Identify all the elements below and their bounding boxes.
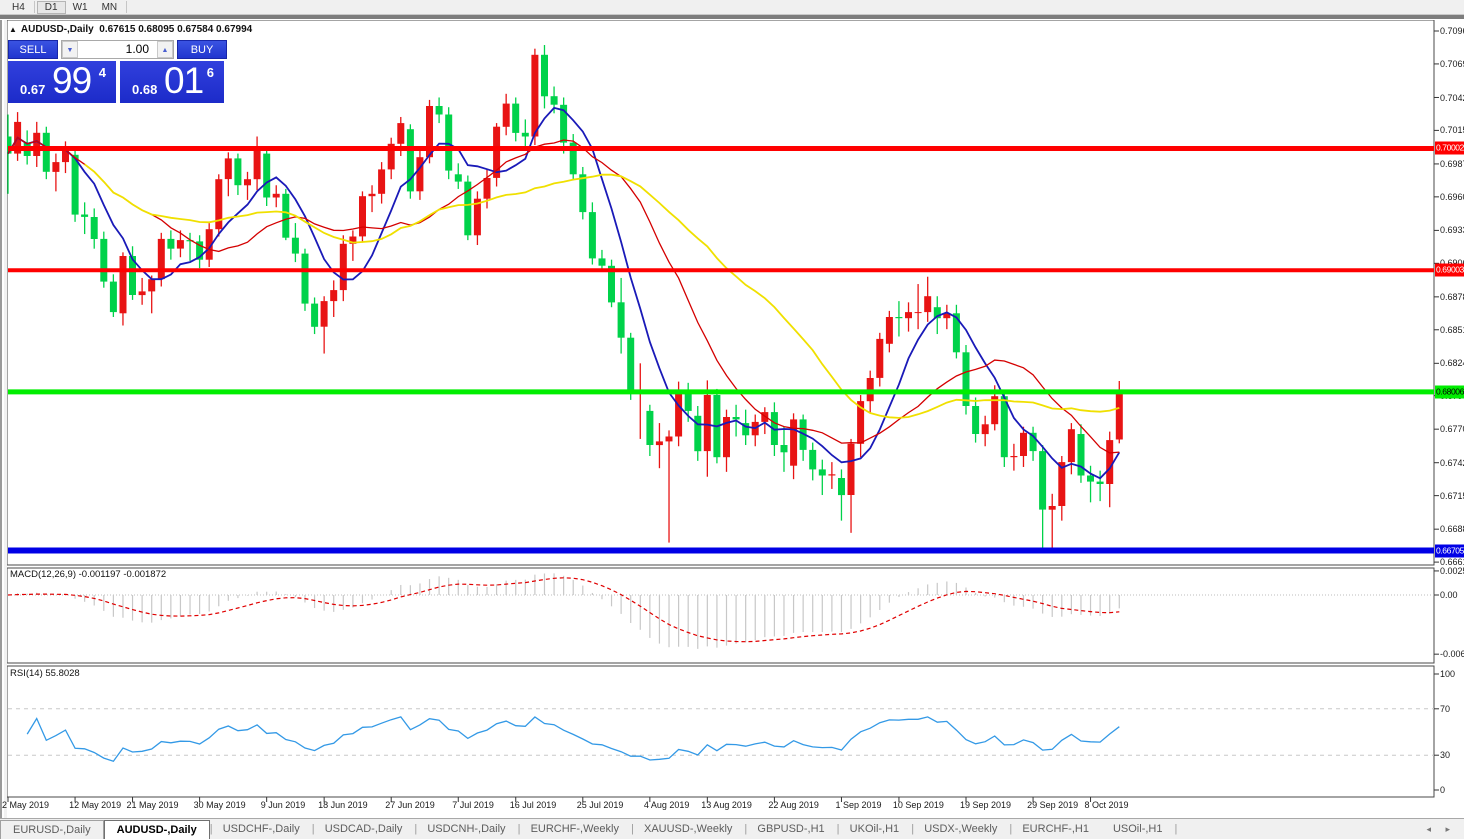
timeframe-button-d1[interactable]: D1 xyxy=(37,1,66,14)
date-tick-label: 13 Aug 2019 xyxy=(701,800,752,810)
buy-button[interactable]: BUY xyxy=(177,40,227,59)
date-tick-label: 16 Jul 2019 xyxy=(510,800,557,810)
date-tick-label: 30 May 2019 xyxy=(194,800,246,810)
date-tick-label: 18 Jun 2019 xyxy=(318,800,368,810)
price-tick-label: 0.70695 xyxy=(1440,59,1464,69)
volume-increase-icon[interactable]: ▲ xyxy=(157,41,173,58)
price-tick-label: 0.66880 xyxy=(1440,524,1464,534)
volume-input[interactable]: 1.00 xyxy=(78,41,157,58)
date-tick-label: 7 Jul 2019 xyxy=(452,800,494,810)
price-tick-label: 0.70150 xyxy=(1440,125,1464,135)
price-tick-label: 0.67425 xyxy=(1440,458,1464,468)
price-chart-canvas[interactable] xyxy=(0,20,1464,818)
macd-indicator-label: MACD(12,26,9) -0.001197 -0.001872 xyxy=(10,569,166,580)
timeframe-button-h4[interactable]: H4 xyxy=(5,1,32,14)
window-left-border xyxy=(0,20,7,818)
toolbar-separator xyxy=(126,1,127,13)
mt4-application: H4 D1W1MN ▲ AUDUSD-,Daily 0.67615 0.68095 … xyxy=(0,0,1464,839)
chart-tab-eurchf-weekly[interactable]: EURCHF-,Weekly xyxy=(519,819,631,839)
tab-separator: | xyxy=(1174,819,1175,839)
date-tick-label: 10 Sep 2019 xyxy=(893,800,944,810)
price-tick-label: 0.69875 xyxy=(1440,159,1464,169)
tab-scroll-arrows-icon[interactable]: ◂ ▸ xyxy=(1426,819,1464,839)
sell-price-point: 4 xyxy=(99,65,106,80)
rsi-axis-label: 30 xyxy=(1440,750,1450,760)
price-tick-label: 0.70420 xyxy=(1440,93,1464,103)
timeframe-button-mn[interactable]: MN xyxy=(95,1,125,14)
buy-price-point: 6 xyxy=(207,65,214,80)
date-tick-label: 4 Aug 2019 xyxy=(644,800,690,810)
chart-tab-eurusd-daily[interactable]: EURUSD-,Daily xyxy=(0,820,104,839)
sell-price-pips: 99 xyxy=(52,60,91,102)
toolbar-separator xyxy=(34,1,35,13)
price-tick-label: 0.68785 xyxy=(1440,292,1464,302)
chart-tab-gbpusd-h1[interactable]: GBPUSD-,H1 xyxy=(745,819,836,839)
chart-tab-usdchf-daily[interactable]: USDCHF-,Daily xyxy=(211,819,312,839)
chart-tab-usdcnh-daily[interactable]: USDCNH-,Daily xyxy=(415,819,517,839)
sell-price-major: 0.67 xyxy=(20,82,45,97)
date-tick-label: 12 May 2019 xyxy=(69,800,121,810)
macd-axis-label: 0.002574 xyxy=(1440,566,1464,576)
hline-price-tag[interactable]: 0.69003 xyxy=(1435,264,1464,277)
rsi-axis-label: 70 xyxy=(1440,704,1450,714)
chart-tab-usdcad-daily[interactable]: USDCAD-,Daily xyxy=(313,819,415,839)
chart-tab-audusd-daily[interactable]: AUDUSD-,Daily xyxy=(104,820,210,839)
chart-tab-usdx-weekly[interactable]: USDX-,Weekly xyxy=(912,819,1009,839)
chart-tab-xauusd-weekly[interactable]: XAUUSD-,Weekly xyxy=(632,819,744,839)
date-tick-label: 25 Jul 2019 xyxy=(577,800,624,810)
date-tick-label: 8 Oct 2019 xyxy=(1085,800,1129,810)
price-tick-label: 0.70965 xyxy=(1440,26,1464,36)
buy-price-pips: 01 xyxy=(164,60,203,102)
date-tick-label: 2 May 2019 xyxy=(2,800,49,810)
hline-price-tag[interactable]: 0.66705 xyxy=(1435,544,1464,557)
chart-title: ▲ AUDUSD-,Daily 0.67615 0.68095 0.67584 0… xyxy=(9,24,252,35)
date-tick-label: 9 Jun 2019 xyxy=(261,800,306,810)
chart-window: ▲ AUDUSD-,Daily 0.67615 0.68095 0.67584 0… xyxy=(0,20,1464,818)
price-tick-label: 0.69605 xyxy=(1440,192,1464,202)
buy-price-major: 0.68 xyxy=(132,82,157,97)
date-tick-label: 27 Jun 2019 xyxy=(385,800,435,810)
macd-axis-label: 0.00 xyxy=(1440,590,1458,600)
rsi-axis-label: 100 xyxy=(1440,669,1455,679)
timeframe-button-w1[interactable]: W1 xyxy=(66,1,95,14)
hline-price-tag[interactable]: 0.70002 xyxy=(1435,142,1464,155)
date-tick-label: 22 Aug 2019 xyxy=(768,800,819,810)
price-tick-label: 0.67155 xyxy=(1440,491,1464,501)
chart-symbol-label: AUDUSD-,Daily xyxy=(21,24,94,35)
buy-price-box[interactable]: 0.68 01 6 xyxy=(120,61,224,103)
rsi-axis-label: 0 xyxy=(1440,785,1445,795)
chart-tab-usoil-h1[interactable]: USOil-,H1 xyxy=(1101,819,1175,839)
date-tick-label: 1 Sep 2019 xyxy=(836,800,882,810)
timeframe-toolbar: H4 D1W1MN xyxy=(0,0,1464,14)
volume-stepper: ▼ 1.00 ▲ xyxy=(61,40,174,59)
price-tick-label: 0.68240 xyxy=(1440,358,1464,368)
chart-tab-ukoil-h1[interactable]: UKOil-,H1 xyxy=(838,819,912,839)
chart-tab-bar: EURUSD-,DailyAUDUSD-,Daily | USDCHF-,Daily… xyxy=(0,818,1464,839)
price-tick-label: 0.67700 xyxy=(1440,424,1464,434)
one-click-trading-panel: SELL ▼ 1.00 ▲ BUY 0.67 99 4 0.68 01 6 xyxy=(8,40,227,103)
volume-decrease-icon[interactable]: ▼ xyxy=(62,41,78,58)
price-tick-label: 0.68515 xyxy=(1440,325,1464,335)
sell-price-box[interactable]: 0.67 99 4 xyxy=(8,61,116,103)
date-tick-label: 29 Sep 2019 xyxy=(1027,800,1078,810)
chart-tab-eurchf-h1[interactable]: EURCHF-,H1 xyxy=(1010,819,1101,839)
sell-button[interactable]: SELL xyxy=(8,40,58,59)
macd-axis-label: -0.006328 xyxy=(1440,649,1464,659)
date-tick-label: 19 Sep 2019 xyxy=(960,800,1011,810)
chart-ohlc-values: 0.67615 0.68095 0.67584 0.67994 xyxy=(99,24,252,35)
rsi-indicator-label: RSI(14) 55.8028 xyxy=(10,668,80,679)
one-click-collapse-icon[interactable]: ▲ xyxy=(9,25,17,34)
hline-price-tag[interactable]: 0.68006 xyxy=(1435,385,1464,398)
date-tick-label: 21 May 2019 xyxy=(127,800,179,810)
price-tick-label: 0.69330 xyxy=(1440,225,1464,235)
